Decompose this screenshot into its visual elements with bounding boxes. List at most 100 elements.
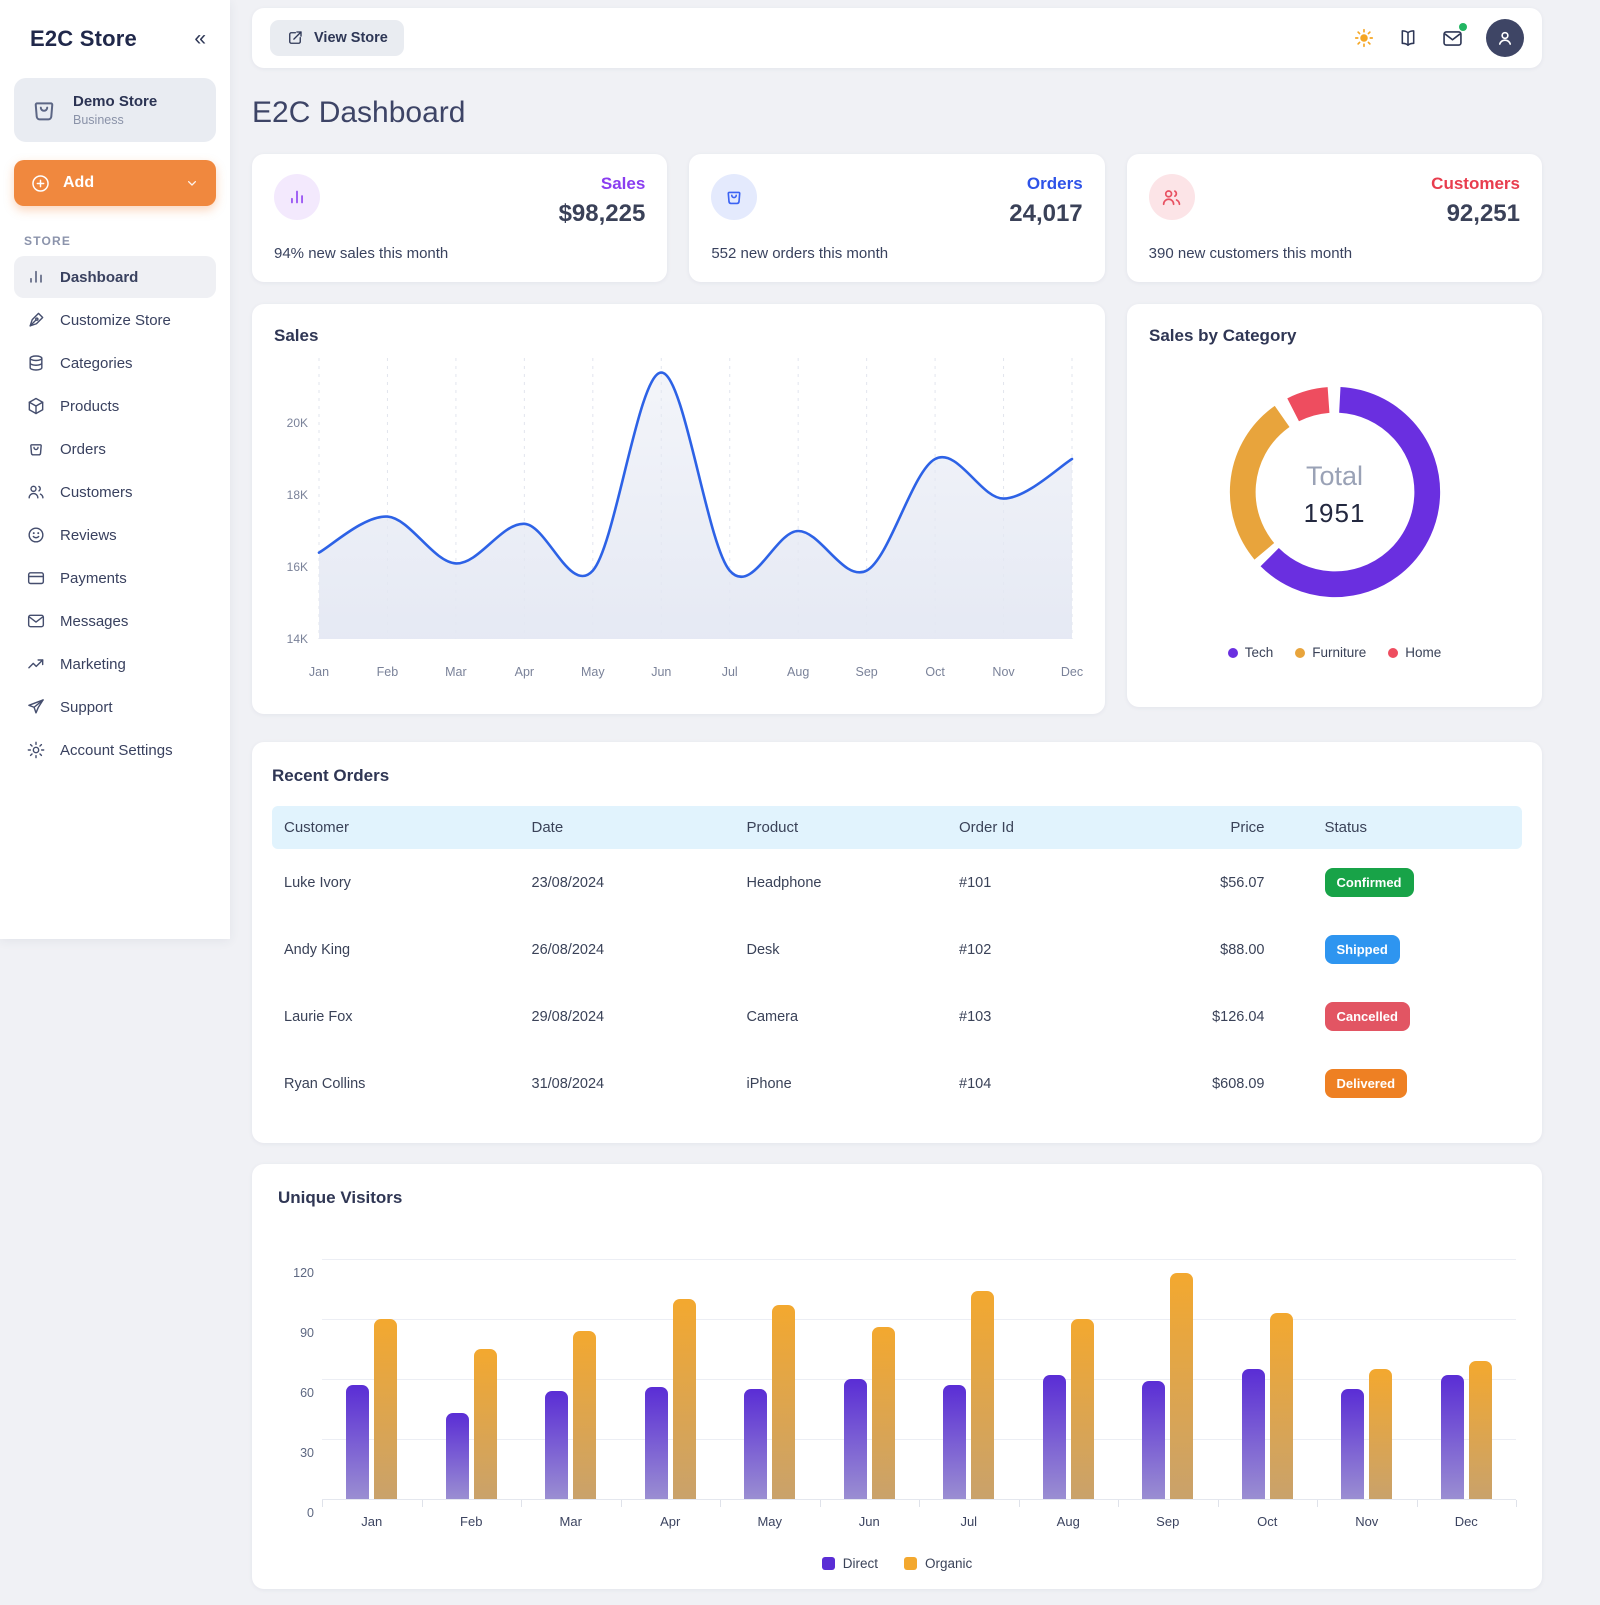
cell-date: 26/08/2024 [520,942,735,958]
sidebar-item-label: Account Settings [60,742,173,759]
orders-table-header: Customer Date Product Order Id Price Sta… [272,806,1522,849]
table-row: Luke Ivory23/08/2024Headphone#101$56.07C… [272,849,1522,916]
sidebar-item-label: Marketing [60,656,126,673]
bar-group-oct: Oct [1242,1313,1293,1499]
mail-icon [26,611,46,631]
sidebar-item-messages[interactable]: Messages [14,600,216,642]
legend-item-home: Home [1388,645,1441,660]
status-badge: Confirmed [1325,868,1414,897]
direct-bar [1242,1369,1265,1499]
recent-orders-card: Recent Orders Customer Date Product Orde… [252,742,1542,1143]
donut-legend: TechFurnitureHome [1149,645,1520,660]
organic-bar [1270,1313,1293,1499]
sidebar-item-categories[interactable]: Categories [14,342,216,384]
topbar: View Store [252,8,1542,68]
svg-text:May: May [581,665,605,679]
stat-card-customers: Customers 92,251 390 new customers this … [1127,154,1542,282]
x-axis-label: Nov [1355,1514,1378,1529]
credit-card-icon [26,568,46,588]
sidebar-item-reviews[interactable]: Reviews [14,514,216,556]
direct-bar [1341,1389,1364,1499]
bar-group-aug: Aug [1043,1319,1094,1499]
sidebar-item-account-settings[interactable]: Account Settings [14,729,216,771]
legend-item-tech: Tech [1228,645,1274,660]
sidebar-item-dashboard[interactable]: Dashboard [14,256,216,298]
sidebar-item-marketing[interactable]: Marketing [14,643,216,685]
orders-table-body: Luke Ivory23/08/2024Headphone#101$56.07C… [272,849,1522,1117]
sidebar-item-products[interactable]: Products [14,385,216,427]
legend-label: Direct [843,1556,878,1571]
stat-description: 390 new customers this month [1149,245,1352,262]
y-axis-label: 30 [282,1446,314,1460]
x-axis-label: Jun [859,1514,880,1529]
x-axis-label: Sep [1156,1514,1179,1529]
docs-book-icon[interactable] [1397,27,1419,49]
sidebar-item-label: Customize Store [60,312,171,329]
svg-text:Jul: Jul [722,665,738,679]
cell-status: Delivered [1265,1069,1523,1098]
sidebar-item-label: Orders [60,441,106,458]
bar-group-jul: Jul [943,1291,994,1499]
sidebar-section-label: STORE [24,234,206,248]
svg-text:Dec: Dec [1061,665,1083,679]
sidebar-item-label: Messages [60,613,128,630]
chevron-down-icon [184,175,200,191]
sidebar-item-payments[interactable]: Payments [14,557,216,599]
organic-bar [573,1331,596,1499]
sidebar-item-label: Support [60,699,113,716]
sidebar-collapse-icon[interactable]: « [188,27,212,51]
avatar[interactable] [1486,19,1524,57]
svg-text:14K: 14K [287,632,308,646]
sidebar-item-label: Customers [60,484,133,501]
users-icon [26,482,46,502]
bar-group-apr: Apr [645,1299,696,1499]
x-axis-label: Jul [960,1514,977,1529]
sidebar: E2C Store « Demo Store Business Add STOR… [0,0,230,939]
svg-text:20K: 20K [287,416,308,430]
view-store-button[interactable]: View Store [270,20,404,56]
organic-bar [971,1291,994,1499]
bar-group-jan: Jan [346,1319,397,1499]
x-axis-label: Mar [560,1514,582,1529]
stat-label: Sales [559,174,646,194]
svg-text:18K: 18K [287,488,308,502]
cell-price: $126.04 [1160,1009,1265,1025]
notifications-mail-icon[interactable] [1441,27,1464,50]
cell-status: Cancelled [1265,1002,1523,1031]
status-badge: Shipped [1325,935,1400,964]
store-switcher[interactable]: Demo Store Business [14,78,216,142]
sales-chart-icon [274,174,320,220]
theme-sun-icon[interactable] [1353,27,1375,49]
sidebar-item-support[interactable]: Support [14,686,216,728]
svg-text:Apr: Apr [515,665,534,679]
add-button[interactable]: Add [14,160,216,206]
legend-label: Organic [925,1556,972,1571]
organic-bar [1071,1319,1094,1499]
donut-total-label: Total [1306,461,1363,492]
cell-order-id: #102 [947,942,1160,958]
column-header: Product [735,819,948,836]
orders-bag-icon [711,174,757,220]
direct-bar [346,1385,369,1499]
cell-status: Shipped [1265,935,1523,964]
dashboard-page: E2C Store « Demo Store Business Add STOR… [0,0,1600,1605]
organic-bar [772,1305,795,1499]
store-name: Demo Store [73,93,157,110]
sidebar-item-label: Products [60,398,119,415]
sales-by-category-card: Sales by Category Total 1951 TechFurnitu… [1127,304,1542,707]
sidebar-item-customers[interactable]: Customers [14,471,216,513]
sidebar-item-label: Reviews [60,527,117,544]
legend-item-organic: Organic [904,1556,972,1571]
sidebar-item-customize-store[interactable]: Customize Store [14,299,216,341]
cell-price: $56.07 [1160,875,1265,891]
y-axis-label: 120 [282,1266,314,1280]
bar-group-feb: Feb [446,1349,497,1499]
shopping-bag-icon [26,439,46,459]
sidebar-item-orders[interactable]: Orders [14,428,216,470]
column-header: Price [1160,819,1265,836]
svg-text:Feb: Feb [377,665,399,679]
x-axis-label: Dec [1455,1514,1478,1529]
legend-label: Tech [1245,645,1274,660]
sidebar-item-label: Payments [60,570,127,587]
add-button-label: Add [63,174,94,192]
